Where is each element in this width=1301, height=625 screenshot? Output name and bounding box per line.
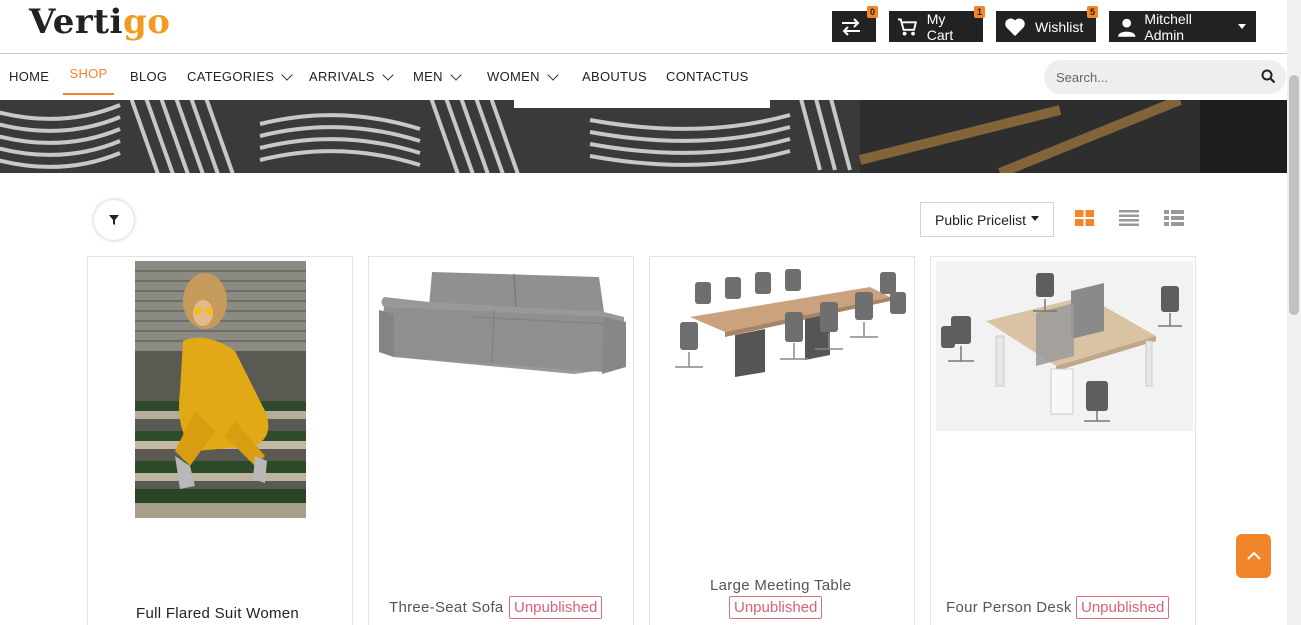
chevron-down-icon: [281, 69, 293, 81]
nav-arrivals[interactable]: ARRIVALS: [309, 54, 394, 99]
compare-button[interactable]: 0: [832, 6, 878, 42]
cart-count-badge: 1: [974, 6, 985, 18]
caret-down-icon: [1031, 216, 1040, 221]
chevron-down-icon: [450, 69, 462, 81]
product-title[interactable]: Large Meeting Table: [710, 577, 851, 594]
scrollbar-thumb[interactable]: [1289, 75, 1299, 315]
wishlist-button[interactable]: Wishlist 5: [996, 6, 1098, 42]
site-logo[interactable]: Vertigo: [29, 2, 170, 42]
cart-icon: [897, 18, 918, 35]
product-title[interactable]: Four Person Desk: [946, 599, 1072, 616]
nav-shop[interactable]: SHOP: [63, 54, 114, 95]
unpublished-badge: Unpublished: [1076, 596, 1170, 619]
nav-blog[interactable]: BLOG: [130, 54, 167, 99]
scroll-to-top-button[interactable]: [1236, 534, 1271, 578]
product-title[interactable]: Full Flared Suit Women: [136, 605, 299, 622]
chevron-down-icon: [382, 69, 394, 81]
heart-icon: [1005, 17, 1025, 36]
wishlist-label: Wishlist: [1035, 18, 1084, 35]
nav-men[interactable]: MEN: [413, 54, 462, 99]
my-cart-button[interactable]: My Cart 1: [889, 6, 985, 43]
page-scrollbar[interactable]: [1287, 0, 1301, 625]
user-name: Mitchell Admin: [1144, 10, 1192, 43]
search-input[interactable]: [1044, 60, 1249, 94]
unpublished-badge: Unpublished: [509, 596, 603, 619]
funnel-icon: [109, 215, 119, 225]
product-image[interactable]: [135, 261, 306, 518]
chevron-up-icon: [1246, 551, 1261, 560]
nav-categories[interactable]: CATEGORIES: [187, 54, 293, 99]
wishlist-count-badge: 5: [1087, 6, 1098, 18]
unpublished-badge: Unpublished: [729, 596, 823, 619]
user-dropdown-caret: [1238, 24, 1246, 29]
pricelist-dropdown[interactable]: Public Pricelist: [920, 202, 1054, 237]
top-header: Vertigo 0 My Cart 1 Wishlist 5 Mitchell …: [0, 0, 1287, 54]
banner-overlay-bar: [514, 100, 770, 108]
detail-list-view-icon[interactable]: [1164, 210, 1184, 226]
compare-count-badge: 0: [867, 6, 878, 18]
list-view-icon[interactable]: [1119, 210, 1139, 226]
pricelist-label: Public Pricelist: [934, 211, 1027, 228]
product-title[interactable]: Three-Seat Sofa: [389, 599, 504, 616]
compare-arrows-icon: [842, 17, 860, 36]
user-menu-button[interactable]: Mitchell Admin: [1109, 10, 1256, 43]
product-image[interactable]: [374, 262, 629, 387]
filter-button[interactable]: [94, 200, 134, 240]
product-card[interactable]: Three-Seat Sofa Unpublished: [368, 256, 634, 625]
product-image[interactable]: [936, 261, 1193, 431]
chevron-down-icon: [547, 69, 559, 81]
product-image[interactable]: [655, 267, 910, 387]
nav-aboutus[interactable]: ABOUTUS: [582, 54, 647, 99]
search-box: [1044, 60, 1286, 94]
grid-view-icon[interactable]: [1075, 210, 1094, 226]
product-card[interactable]: Full Flared Suit Women: [87, 256, 353, 625]
product-card[interactable]: Four Person Desk Unpublished: [930, 256, 1196, 625]
product-card[interactable]: Large Meeting Table Unpublished: [649, 256, 915, 625]
cart-label: My Cart: [926, 10, 954, 43]
search-icon[interactable]: [1261, 69, 1276, 84]
nav-home[interactable]: HOME: [9, 54, 49, 99]
shop-banner-image: [0, 100, 1287, 173]
nav-women[interactable]: WOMEN: [487, 54, 559, 99]
user-avatar-icon: [1117, 18, 1136, 37]
banner-pattern: [0, 100, 1287, 173]
nav-contactus[interactable]: CONTACTUS: [666, 54, 749, 99]
